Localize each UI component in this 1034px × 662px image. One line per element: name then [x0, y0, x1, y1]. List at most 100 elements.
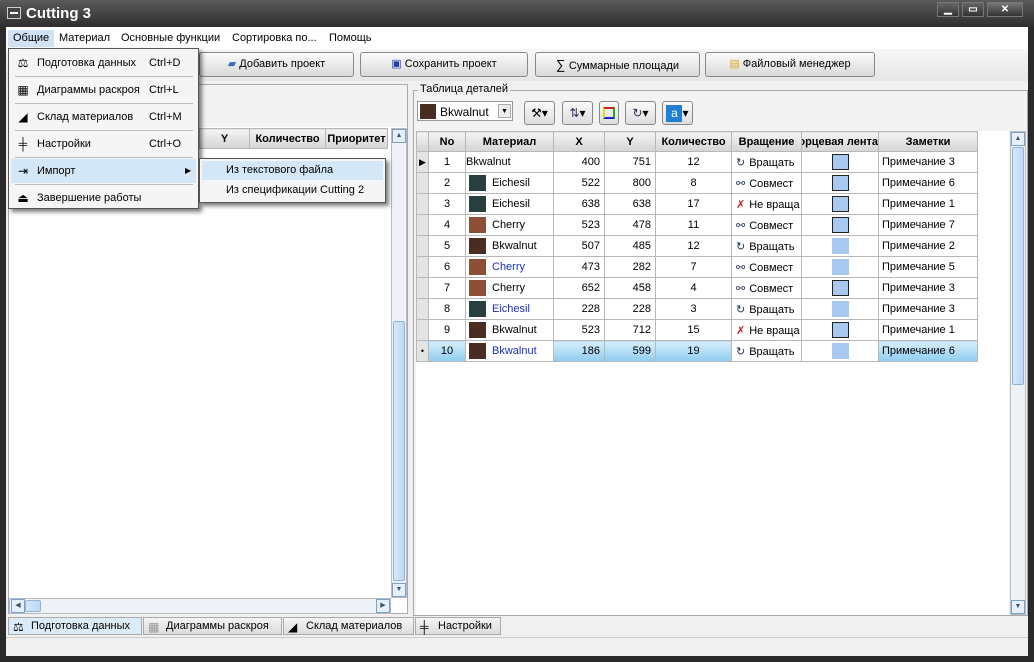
- menu-general[interactable]: Общие: [8, 30, 55, 47]
- cell-notes[interactable]: Примечание 3: [878, 151, 978, 173]
- cell-material[interactable]: Cherry: [465, 277, 554, 299]
- cell-material[interactable]: Bkwalnut: [465, 151, 554, 173]
- cell-material[interactable]: Eichesil: [465, 298, 554, 320]
- menu-material[interactable]: Материал: [54, 30, 115, 47]
- table-row[interactable]: 3 Eichesil 638 638 17 ✗ Не враща Примечан…: [416, 193, 978, 215]
- scroll-right-button[interactable]: ▶: [376, 599, 390, 613]
- cell-rotation[interactable]: ⚯ Совмест: [731, 172, 802, 194]
- cell-rotation[interactable]: ⚯ Совмест: [731, 256, 802, 278]
- cell-quantity[interactable]: 7: [655, 256, 732, 278]
- menu-item-data-prep[interactable]: ⚖ Подготовка данных Ctrl+D: [11, 51, 196, 75]
- table-row[interactable]: 6 Cherry 473 282 7 ⚯ Совмест Примечание 5: [416, 256, 978, 278]
- cell-y[interactable]: 282: [604, 256, 656, 278]
- cell-rotation[interactable]: ↻ Вращать: [731, 298, 802, 320]
- cell-y[interactable]: 228: [604, 298, 656, 320]
- cell-y[interactable]: 712: [604, 319, 656, 341]
- table-row[interactable]: • 10 Bkwalnut 186 599 19 ↻ Вращать Примеч…: [416, 340, 978, 362]
- menu-item-cutting-diagram[interactable]: ▦ Диаграммы раскроя Ctrl+L: [11, 78, 196, 102]
- cell-x[interactable]: 638: [553, 193, 605, 215]
- cell-y[interactable]: 478: [604, 214, 656, 236]
- cell-quantity[interactable]: 19: [655, 340, 732, 362]
- row-header[interactable]: [416, 214, 429, 236]
- table-row[interactable]: 9 Bkwalnut 523 712 15 ✗ Не враща Примечан…: [416, 319, 978, 341]
- cell-no[interactable]: 7: [428, 277, 466, 299]
- cell-rotation[interactable]: ⚯ Совмест: [731, 277, 802, 299]
- cell-material[interactable]: Cherry: [465, 256, 554, 278]
- cell-material[interactable]: Bkwalnut: [465, 319, 554, 341]
- cell-edge-band[interactable]: [801, 319, 879, 341]
- column-header-notes[interactable]: Заметки: [878, 131, 978, 152]
- cell-no[interactable]: 8: [428, 298, 466, 320]
- cell-no[interactable]: 6: [428, 256, 466, 278]
- file-manager-button[interactable]: ▤ Файловый менеджер: [705, 52, 875, 77]
- cell-notes[interactable]: Примечание 6: [878, 340, 978, 362]
- row-header[interactable]: [416, 172, 429, 194]
- cell-rotation[interactable]: ↻ Вращать: [731, 235, 802, 257]
- column-header-x[interactable]: X: [553, 131, 605, 152]
- row-header[interactable]: [416, 319, 429, 341]
- cell-x[interactable]: 400: [553, 151, 605, 173]
- table-row[interactable]: 5 Bkwalnut 507 485 12 ↻ Вращать Примечани…: [416, 235, 978, 257]
- cell-y[interactable]: 751: [604, 151, 656, 173]
- cell-rotation[interactable]: ↻ Вращать: [731, 151, 802, 173]
- cell-no[interactable]: 9: [428, 319, 466, 341]
- cell-edge-band[interactable]: [801, 193, 879, 215]
- cell-edge-band[interactable]: [801, 235, 879, 257]
- left-vertical-scrollbar[interactable]: ▲ ▼: [391, 128, 407, 598]
- cell-edge-band[interactable]: [801, 256, 879, 278]
- column-header-y[interactable]: Y: [199, 128, 250, 149]
- font-dropdown-button[interactable]: a ▾: [662, 101, 693, 125]
- scroll-up-button[interactable]: ▲: [1011, 132, 1025, 146]
- rotation-dropdown-button[interactable]: ↻▾: [625, 101, 656, 125]
- column-header-priority[interactable]: Приоритет: [325, 128, 388, 149]
- cell-notes[interactable]: Примечание 3: [878, 277, 978, 299]
- cell-notes[interactable]: Примечание 1: [878, 193, 978, 215]
- column-header-rotation[interactable]: Вращение: [731, 131, 802, 152]
- column-header-quantity[interactable]: Количество: [655, 131, 732, 152]
- cell-notes[interactable]: Примечание 6: [878, 172, 978, 194]
- scroll-down-button[interactable]: ▼: [1011, 600, 1025, 614]
- column-header-y[interactable]: Y: [604, 131, 656, 152]
- cell-notes[interactable]: Примечание 5: [878, 256, 978, 278]
- table-row[interactable]: 4 Cherry 523 478 11 ⚯ Совмест Примечание …: [416, 214, 978, 236]
- cell-quantity[interactable]: 3: [655, 298, 732, 320]
- table-row[interactable]: ▶ 1 Bkwalnut 400 751 12 ↻ Вращать Примеча…: [416, 151, 978, 173]
- cell-y[interactable]: 485: [604, 235, 656, 257]
- menu-help[interactable]: Помощь: [324, 30, 377, 47]
- cell-notes[interactable]: Примечание 1: [878, 319, 978, 341]
- cell-quantity[interactable]: 11: [655, 214, 732, 236]
- row-header[interactable]: [416, 193, 429, 215]
- tab-settings[interactable]: ╪ Настройки: [415, 617, 501, 635]
- submenu-item-from-cutting2[interactable]: Из спецификации Cutting 2: [202, 181, 383, 200]
- column-header-material[interactable]: Материал: [465, 131, 554, 152]
- cell-edge-band[interactable]: [801, 277, 879, 299]
- menu-item-exit[interactable]: ⏏ Завершение работы: [11, 186, 196, 210]
- cell-material[interactable]: Eichesil: [465, 193, 554, 215]
- cell-material[interactable]: Bkwalnut: [465, 235, 554, 257]
- cell-x[interactable]: 228: [553, 298, 605, 320]
- save-project-button[interactable]: ▣ Сохранить проект: [360, 52, 528, 77]
- cell-material[interactable]: Cherry: [465, 214, 554, 236]
- add-project-button[interactable]: ▰ Добавить проект: [199, 52, 354, 77]
- table-row[interactable]: 2 Eichesil 522 800 8 ⚯ Совмест Примечание…: [416, 172, 978, 194]
- sort-dropdown-button[interactable]: ⇅▾: [562, 101, 593, 125]
- scroll-down-button[interactable]: ▼: [392, 583, 406, 597]
- cell-quantity[interactable]: 17: [655, 193, 732, 215]
- cell-no[interactable]: 10: [428, 340, 466, 362]
- submenu-item-from-text-file[interactable]: Из текстового файла: [202, 161, 383, 180]
- cell-quantity[interactable]: 4: [655, 277, 732, 299]
- cell-y[interactable]: 599: [604, 340, 656, 362]
- cell-edge-band[interactable]: [801, 151, 879, 173]
- cell-x[interactable]: 473: [553, 256, 605, 278]
- menu-item-settings[interactable]: ╪ Настройки Ctrl+O: [11, 132, 196, 156]
- cell-rotation[interactable]: ↻ Вращать: [731, 340, 802, 362]
- minimize-button[interactable]: ▁: [937, 2, 959, 17]
- cell-quantity[interactable]: 15: [655, 319, 732, 341]
- cell-edge-band[interactable]: [801, 340, 879, 362]
- cell-notes[interactable]: Примечание 3: [878, 298, 978, 320]
- cell-x[interactable]: 652: [553, 277, 605, 299]
- cell-rotation[interactable]: ✗ Не враща: [731, 193, 802, 215]
- cell-x[interactable]: 186: [553, 340, 605, 362]
- row-header[interactable]: [416, 256, 429, 278]
- close-button[interactable]: ✕: [987, 2, 1023, 17]
